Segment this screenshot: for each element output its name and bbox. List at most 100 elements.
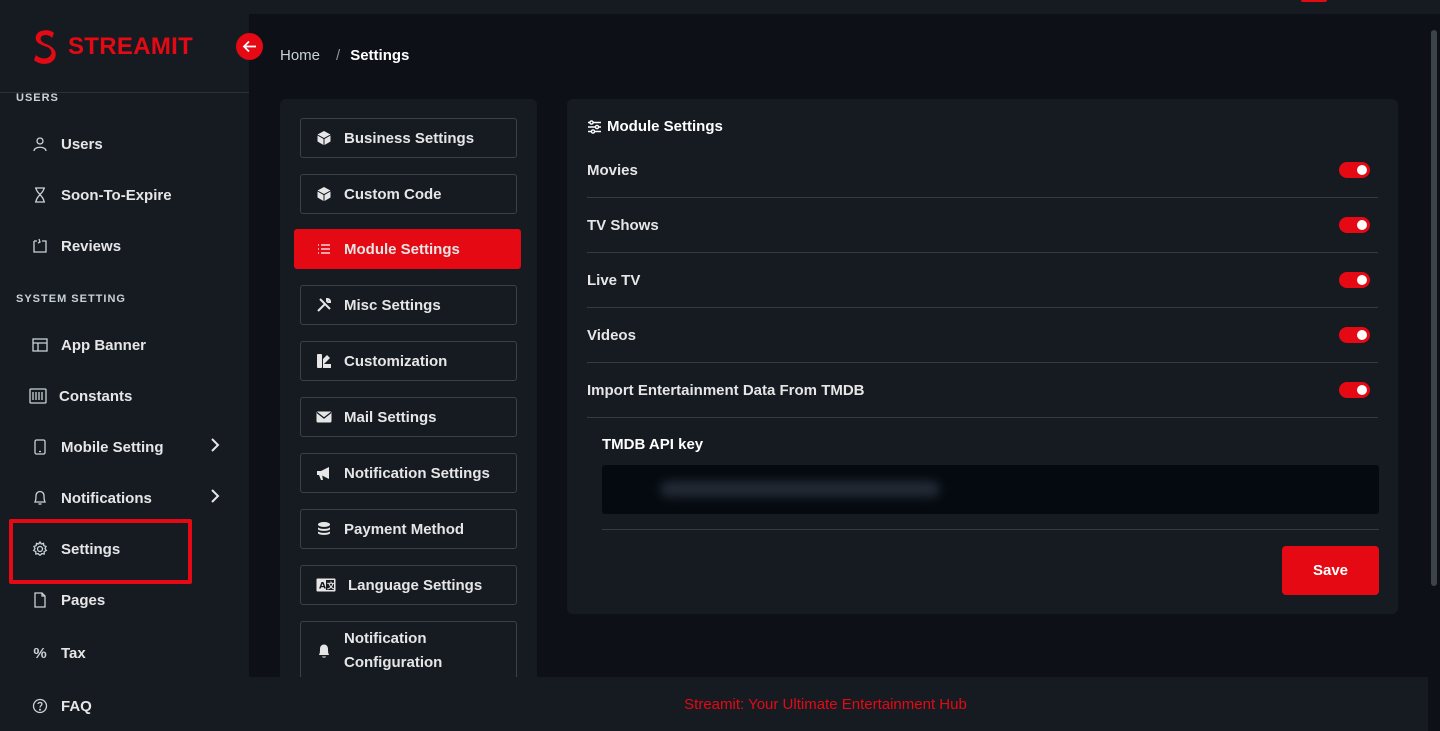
sidebar-item-tax[interactable]: % Tax [30, 639, 220, 667]
module-row-live-tv: Live TV [587, 253, 1378, 308]
top-bar [249, 0, 1440, 14]
module-row-tv-shows: TV Shows [587, 198, 1378, 253]
settings-nav-module-settings[interactable]: Module Settings [294, 229, 521, 269]
module-row-label: Videos [587, 326, 636, 344]
language-icon: A文 [315, 576, 337, 594]
arrow-left-icon [242, 40, 256, 53]
coins-icon [315, 520, 333, 538]
settings-nav-label: Notification Configuration [344, 630, 443, 671]
brush-icon [315, 352, 333, 370]
tmdb-api-key-label: TMDB API key [602, 436, 704, 453]
settings-nav-customization[interactable]: Customization [300, 341, 517, 381]
settings-nav-mail-settings[interactable]: Mail Settings [300, 397, 517, 437]
tools-icon [315, 296, 333, 314]
settings-nav-label: Module Settings [344, 240, 460, 258]
sidebar: STREAMIT USERS Users Soon-To-Expire Revi… [0, 0, 249, 731]
settings-nav-label: Misc Settings [344, 296, 441, 314]
scrollbar-thumb[interactable] [1431, 30, 1437, 586]
settings-highlight-box [9, 519, 192, 584]
bell-icon [315, 642, 333, 660]
hourglass-icon [30, 185, 50, 205]
sidebar-item-label: App Banner [61, 336, 147, 354]
sliders-icon [587, 119, 602, 134]
sidebar-item-notifications[interactable]: Notifications [30, 484, 220, 512]
videos-toggle[interactable] [1339, 327, 1370, 343]
module-row-label: Live TV [587, 271, 641, 289]
page-scrollbar[interactable] [1428, 14, 1440, 731]
sidebar-item-label: FAQ [61, 697, 92, 715]
settings-nav-label: Business Settings [344, 129, 475, 147]
chevron-right-icon [210, 489, 220, 507]
settings-nav-custom-code[interactable]: Custom Code [300, 174, 517, 214]
chevron-right-icon [210, 438, 220, 456]
cube-icon [315, 185, 333, 203]
list-icon [315, 240, 333, 258]
sidebar-item-label: Pages [61, 591, 106, 609]
module-settings-card: Module Settings Movies TV Shows Live TV … [567, 99, 1398, 614]
sidebar-item-label: Mobile Setting [61, 438, 164, 456]
sidebar-item-label: Soon-To-Expire [61, 186, 172, 204]
svg-text:文: 文 [327, 581, 336, 591]
sidebar-item-pages[interactable]: Pages [30, 586, 220, 614]
blurred-api-key-value [660, 481, 940, 497]
question-icon [30, 696, 50, 716]
settings-nav-label: Payment Method [344, 520, 465, 538]
settings-nav-label: Mail Settings [344, 408, 437, 426]
tv-shows-toggle[interactable] [1339, 217, 1370, 233]
svg-text:A: A [319, 582, 326, 592]
settings-nav-misc-settings[interactable]: Misc Settings [300, 285, 517, 325]
sidebar-item-users[interactable]: Users [30, 130, 220, 158]
section-label-users: USERS [16, 92, 59, 104]
sidebar-item-mobile-setting[interactable]: Mobile Setting [30, 433, 220, 461]
settings-nav-payment-method[interactable]: Payment Method [300, 509, 517, 549]
divider [602, 529, 1379, 530]
settings-nav-label: Custom Code [344, 185, 442, 203]
brand-logo[interactable]: STREAMIT [30, 27, 193, 67]
settings-nav-panel: Business Settings Custom Code Module Set… [280, 99, 537, 677]
settings-nav-notification-configuration[interactable]: Notification Configuration [300, 621, 517, 677]
module-row-label: TV Shows [587, 216, 659, 234]
breadcrumb-separator: / [336, 47, 341, 64]
module-row-label: Movies [587, 161, 638, 179]
user-icon [30, 134, 50, 154]
settings-nav-language-settings[interactable]: A文 Language Settings [300, 565, 517, 605]
envelope-icon [315, 408, 333, 426]
sidebar-item-faq[interactable]: FAQ [30, 692, 220, 720]
import-tmdb-toggle[interactable] [1339, 382, 1370, 398]
settings-nav-label: Language Settings [348, 576, 483, 594]
save-button[interactable]: Save [1282, 546, 1379, 595]
section-label-system-setting: SYSTEM SETTING [16, 293, 126, 305]
footer-text: Streamit: Your Ultimate Entertainment Hu… [684, 695, 967, 713]
collapse-sidebar-button[interactable] [236, 33, 263, 60]
top-bar-indicator [1301, 0, 1327, 2]
breadcrumb-current: Settings [350, 47, 410, 64]
sidebar-item-soon-to-expire[interactable]: Soon-To-Expire [30, 181, 220, 209]
bell-icon [30, 488, 50, 508]
module-row-videos: Videos [587, 308, 1378, 363]
settings-nav-business-settings[interactable]: Business Settings [300, 118, 517, 158]
sidebar-item-constants[interactable]: Constants [28, 382, 218, 410]
constants-icon [28, 386, 48, 406]
live-tv-toggle[interactable] [1339, 272, 1370, 288]
module-settings-title: Module Settings [587, 118, 723, 135]
movies-toggle[interactable] [1339, 162, 1370, 178]
streamit-logo-icon [34, 30, 56, 64]
breadcrumb-home-link[interactable]: Home [280, 47, 320, 64]
sidebar-item-label: Constants [59, 387, 133, 405]
review-icon [30, 236, 50, 256]
settings-nav-notification-settings[interactable]: Notification Settings [300, 453, 517, 493]
module-row-movies: Movies [587, 143, 1378, 198]
sidebar-item-app-banner[interactable]: App Banner [30, 331, 220, 359]
percent-icon: % [33, 644, 47, 662]
tmdb-api-key-input[interactable] [602, 465, 1379, 514]
module-row-import-tmdb: Import Entertainment Data From TMDB [587, 363, 1378, 418]
mobile-icon [30, 437, 50, 457]
page-icon [30, 590, 50, 610]
module-row-label: Import Entertainment Data From TMDB [587, 381, 865, 399]
settings-nav-label: Customization [344, 352, 448, 370]
sidebar-item-label: Notifications [61, 489, 152, 507]
sidebar-item-reviews[interactable]: Reviews [30, 232, 220, 260]
sidebar-item-label: Reviews [61, 237, 122, 255]
sidebar-item-label: Tax [61, 644, 86, 662]
sidebar-item-label: Users [61, 135, 103, 153]
